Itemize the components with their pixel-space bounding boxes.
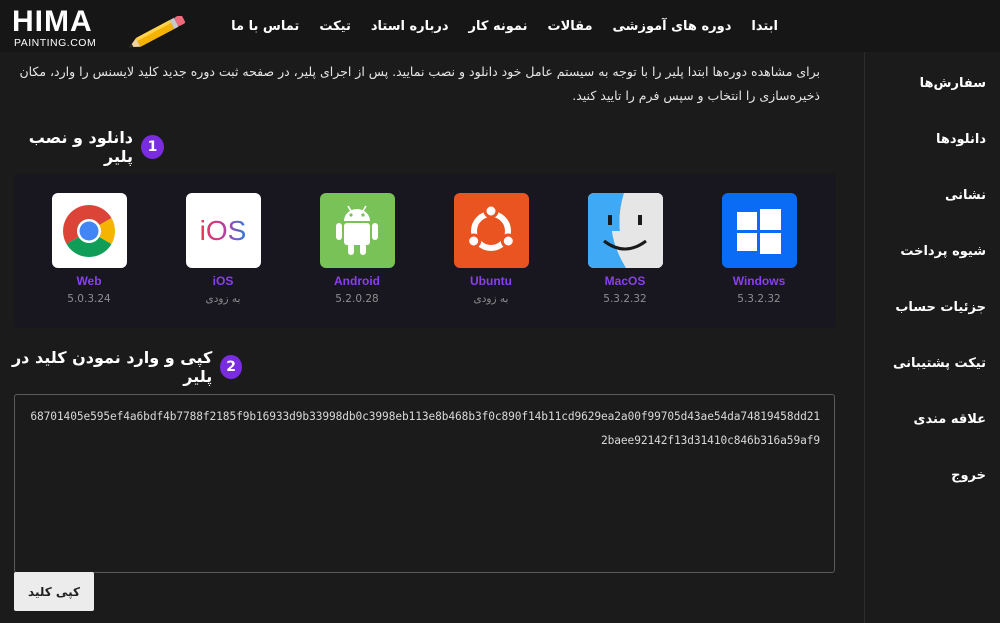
platform-android[interactable]: Android 5.2.0.28 — [297, 193, 417, 305]
nav-home[interactable]: ابتدا — [741, 19, 788, 34]
site-header: HIMA PAINTING.COM ابتدا دوره های آموزشی … — [0, 0, 1000, 52]
platform-name: iOS — [212, 274, 234, 288]
platform-version: 5.3.2.32 — [737, 293, 781, 305]
ios-icon: iOS — [185, 193, 261, 268]
site-logo[interactable]: HIMA PAINTING.COM — [12, 5, 192, 49]
step-number-badge: 1 — [141, 135, 164, 159]
nav-ticket[interactable]: تیکت — [309, 19, 361, 34]
platform-name: MacOS — [604, 274, 646, 288]
platform-downloads: Windows 5.3.2.32 MacOS 5.3.2.32 Ubuntu ب… — [14, 174, 836, 328]
step1-heading: 1 دانلود و نصب پلیر — [0, 128, 164, 166]
step-title: دانلود و نصب پلیر — [28, 128, 134, 166]
logo-text: HIMA — [12, 5, 93, 38]
platform-name: Android — [334, 274, 380, 288]
svg-text:iOS: iOS — [200, 215, 247, 246]
sidebar-item-wishlist[interactable]: علاقه مندی — [914, 412, 986, 427]
platform-version: 5.3.2.32 — [603, 293, 647, 305]
copy-key-button[interactable]: کپی کلید — [14, 572, 94, 611]
platform-version: 5.2.0.28 — [335, 293, 379, 305]
android-icon — [319, 193, 395, 268]
sidebar-item-support-ticket[interactable]: تیکت پشتیبانی — [893, 356, 986, 371]
intro-text: برای مشاهده دوره‌ها ابتدا پلیر را با توج… — [19, 64, 820, 103]
nav-contact[interactable]: تماس با ما — [221, 19, 309, 34]
platform-version: به زودی — [473, 293, 509, 305]
ubuntu-icon — [453, 193, 529, 268]
sidebar-item-orders[interactable]: سفارش‌ها — [920, 76, 986, 91]
platform-macos[interactable]: MacOS 5.3.2.32 — [565, 193, 685, 305]
platform-version: 5.0.3.24 — [67, 293, 111, 305]
platform-name: Ubuntu — [470, 274, 512, 288]
platform-name: Web — [76, 274, 102, 288]
platform-version: به زودی — [205, 293, 241, 305]
nav-courses[interactable]: دوره های آموزشی — [603, 19, 742, 34]
pencil-icon — [129, 16, 186, 48]
sidebar-item-logout[interactable]: خروج — [951, 468, 986, 483]
finder-icon — [587, 193, 663, 268]
platform-ubuntu[interactable]: Ubuntu به زودی — [431, 193, 551, 305]
chrome-icon — [51, 193, 127, 268]
account-sidebar: سفارش‌ها دانلودها نشانی شیوه پرداخت جزئی… — [864, 52, 1000, 623]
platform-name: Windows — [732, 274, 786, 288]
step-number-badge: 2 — [220, 355, 242, 379]
sidebar-item-account-details[interactable]: جزئیات حساب — [895, 300, 986, 315]
main-nav: ابتدا دوره های آموزشی مقالات نمونه کار د… — [221, 0, 788, 52]
license-key-textarea[interactable]: 68701405e595ef4a6bdf4b7788f2185f9b16933d… — [14, 394, 835, 573]
step2-heading: 2 کپی و وارد نمودن کلید در پلیر — [0, 348, 242, 386]
step-title: کپی و وارد نمودن کلید در پلیر — [11, 348, 213, 386]
nav-articles[interactable]: مقالات — [538, 19, 603, 34]
sidebar-item-payment-methods[interactable]: شیوه پرداخت — [900, 244, 986, 259]
platform-web[interactable]: Web 5.0.3.24 — [29, 193, 149, 305]
sidebar-item-downloads[interactable]: دانلودها — [936, 132, 986, 147]
platform-windows[interactable]: Windows 5.3.2.32 — [699, 193, 819, 305]
nav-about[interactable]: درباره استاد — [361, 19, 459, 34]
license-key-text: 68701405e595ef4a6bdf4b7788f2185f9b16933d… — [30, 410, 820, 447]
sidebar-item-address[interactable]: نشانی — [945, 188, 986, 203]
nav-portfolio[interactable]: نمونه کار — [459, 19, 538, 34]
platform-ios[interactable]: iOS iOS به زودی — [163, 193, 283, 305]
logo-subtext: PAINTING.COM — [14, 37, 97, 49]
windows-icon — [721, 193, 797, 268]
